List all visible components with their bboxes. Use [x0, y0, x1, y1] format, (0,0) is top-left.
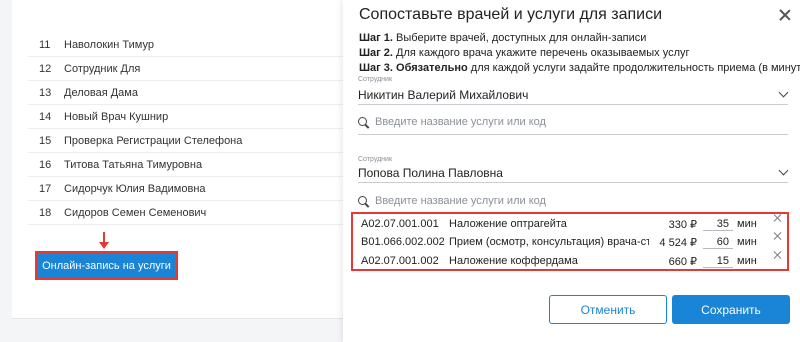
employee-name: Сидоров Семен Семенович: [64, 206, 207, 219]
search-placeholder: Введите название услуги или код: [375, 116, 546, 128]
remove-service-icon[interactable]: [773, 213, 782, 222]
employee-row[interactable]: 13 Деловая Дама: [28, 81, 343, 105]
service-row: A02.07.001.001 Наложение оптрагейта 330 …: [353, 215, 787, 233]
modal-title: Сопоставьте врачей и услуги для записи: [359, 6, 663, 23]
service-search-input[interactable]: Введите название услуги или код: [358, 111, 788, 133]
step-1-label: Шаг 1.: [359, 32, 393, 44]
employee-select-value[interactable]: Никитин Валерий Михайлович: [358, 88, 528, 102]
employee-number: 17: [39, 182, 52, 195]
step-1-description: Выберите врачей, доступных для онлайн-за…: [392, 32, 647, 44]
service-code: A02.07.001.002: [361, 255, 439, 267]
step-3-text: Шаг 3. Обязательно для каждой услуги зад…: [359, 62, 800, 74]
service-row: B01.066.002.002 Прием (осмотр, консульта…: [353, 233, 787, 251]
card-divider: [12, 318, 343, 319]
service-row: A02.07.001.002 Наложение коффердама 660 …: [353, 252, 787, 270]
employee-number: 11: [39, 38, 51, 51]
employee-select-value[interactable]: Попова Полина Павловна: [358, 166, 503, 180]
employee-row[interactable]: 11 Наволокин Тимур: [28, 33, 343, 57]
employee-number: 15: [39, 134, 52, 147]
employee-number: 12: [39, 62, 52, 75]
employee-name: Проверка Регистрации Стелефона: [64, 134, 243, 147]
service-name: Наложение коффердама: [449, 255, 578, 267]
employee-row[interactable]: 14 Новый Врач Кушнир: [28, 105, 343, 129]
background-page: 11 Наволокин Тимур 12 Сотрудник Для 13 Д…: [0, 0, 343, 342]
step-3-description: для каждой услуги задайте продолжительно…: [467, 62, 800, 74]
service-duration-input[interactable]: 15: [703, 255, 733, 268]
employee-name: Наволокин Тимур: [64, 38, 154, 51]
save-button[interactable]: Сохранить: [672, 295, 790, 324]
employee-number: 14: [39, 110, 52, 123]
employee-row[interactable]: 16 Титова Татьяна Тимуровна: [28, 153, 343, 177]
duration-unit: мин: [737, 255, 757, 267]
employee-number: 13: [39, 86, 52, 99]
cancel-button[interactable]: Отменить: [549, 295, 667, 324]
employee-name: Сидорчук Юлия Вадимовна: [64, 182, 206, 195]
search-icon: [358, 195, 369, 207]
service-duration-input[interactable]: 35: [703, 218, 733, 231]
step-3-label: Шаг 3. Обязательно: [359, 62, 468, 74]
remove-service-icon[interactable]: [773, 250, 782, 259]
online-booking-button[interactable]: Онлайн-запись на услуги: [35, 251, 178, 280]
annotation-arrow-head: [99, 242, 109, 249]
service-price: 330 ₽: [668, 218, 697, 231]
employee-name: Титова Татьяна Тимуровна: [64, 158, 203, 171]
employee-select-underline: [358, 182, 788, 183]
chevron-down-icon[interactable]: [778, 165, 789, 176]
service-price: 660 ₽: [668, 255, 697, 268]
close-icon[interactable]: [778, 8, 792, 22]
service-price: 4 524 ₽: [659, 236, 697, 249]
duration-unit: мин: [737, 236, 757, 248]
service-code: A02.07.001.001: [361, 218, 439, 230]
employee-select-underline: [358, 104, 788, 105]
service-name: Наложение оптрагейта: [449, 218, 567, 230]
employee-name: Сотрудник Для: [64, 62, 141, 75]
selected-services-list: A02.07.001.001 Наложение оптрагейта 330 …: [351, 212, 789, 271]
service-code: B01.066.002.002: [361, 236, 445, 248]
employee-number: 16: [39, 158, 52, 171]
step-2-text: Шаг 2. Для каждого врача укажите перечен…: [359, 47, 690, 59]
service-duration-input[interactable]: 60: [703, 236, 733, 249]
service-name: Прием (осмотр, консультация) врача-стома…: [449, 236, 649, 248]
doctor-service-mapping-modal: Сопоставьте врачей и услуги для записи Ш…: [343, 0, 800, 342]
search-icon: [358, 116, 369, 128]
remove-service-icon[interactable]: [773, 231, 782, 240]
search-underline: [358, 134, 788, 135]
employee-row[interactable]: 15 Проверка Регистрации Стелефона: [28, 129, 343, 153]
employee-field-label: Сотрудник: [358, 156, 393, 163]
search-placeholder: Введите название услуги или код: [375, 195, 546, 207]
step-2-label: Шаг 2.: [359, 47, 393, 59]
service-search-input[interactable]: Введите название услуги или код: [358, 190, 788, 212]
step-2-description: Для каждого врача укажите перечень оказы…: [392, 47, 690, 59]
duration-unit: мин: [737, 218, 757, 230]
chevron-down-icon[interactable]: [778, 87, 789, 98]
employee-row[interactable]: 18 Сидоров Семен Семенович: [28, 201, 343, 225]
employee-row[interactable]: 12 Сотрудник Для: [28, 57, 343, 81]
employee-number: 18: [39, 206, 52, 219]
employee-field-label: Сотрудник: [358, 76, 393, 83]
employee-row[interactable]: 17 Сидорчук Юлия Вадимовна: [28, 177, 343, 201]
employee-name: Деловая Дама: [64, 86, 138, 99]
step-1-text: Шаг 1. Выберите врачей, доступных для он…: [359, 32, 646, 44]
employee-name: Новый Врач Кушнир: [64, 110, 169, 123]
